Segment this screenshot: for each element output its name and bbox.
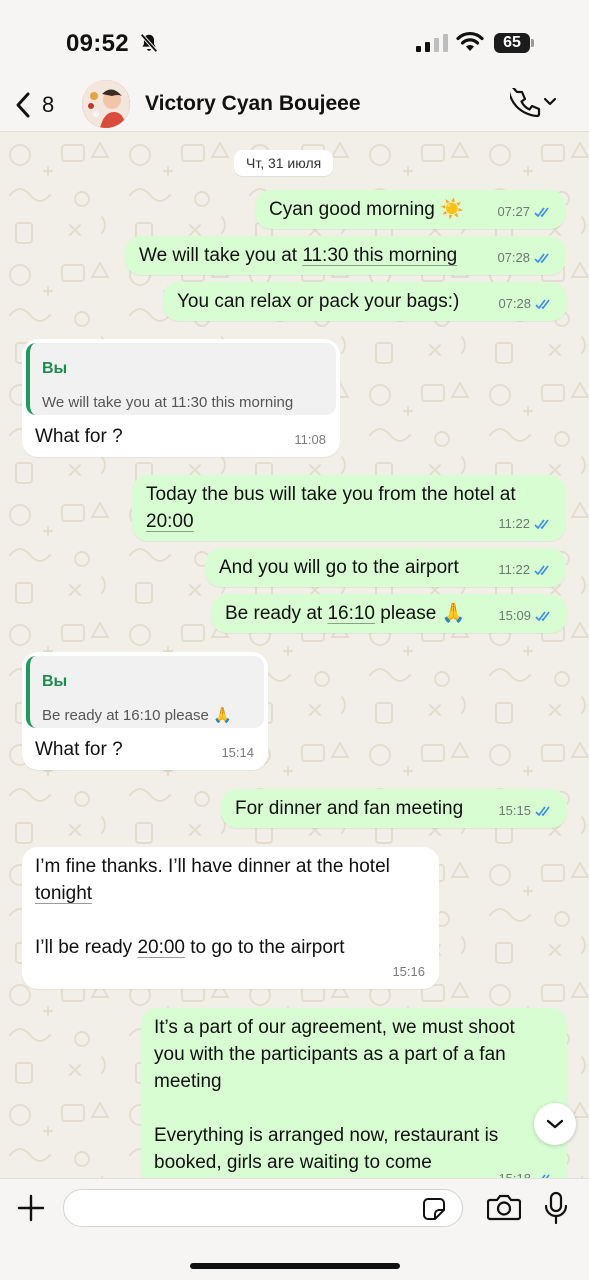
- message-text: What for ?: [35, 426, 123, 447]
- chat-header: 8 Victory Cyan Boujeee: [0, 80, 589, 132]
- quote-text: We will take you at 11:30 this morning: [42, 394, 294, 411]
- message-time: 11:22: [498, 562, 530, 577]
- quoted-message[interactable]: Вы We will take you at 11:30 this mornin…: [26, 343, 336, 415]
- quote-author: Вы: [42, 673, 68, 690]
- signal-icon: [416, 34, 448, 52]
- quote-author: Вы: [42, 360, 68, 377]
- scroll-to-bottom-button[interactable]: [534, 1103, 576, 1145]
- time-link[interactable]: 11:30 this morning: [302, 245, 457, 266]
- message-text: You can relax or pack your bags:): [177, 291, 460, 312]
- message-meta: 15:14: [221, 739, 254, 766]
- message-incoming[interactable]: Вы We will take you at 11:30 this mornin…: [22, 339, 340, 457]
- message-time: 15:14: [221, 745, 254, 760]
- message-time: 07:28: [497, 250, 530, 265]
- message-text: What for ?: [35, 739, 123, 760]
- time-link[interactable]: 20:00: [146, 511, 194, 532]
- message-meta: 15:09: [498, 602, 553, 629]
- message-time: 15:16: [392, 964, 425, 979]
- message-time: 11:08: [294, 432, 326, 447]
- double-check-icon: [535, 299, 550, 309]
- double-check-icon: [534, 253, 549, 263]
- text-link[interactable]: tonight: [35, 883, 92, 904]
- message-text-part: booked, girls are waiting to come: [154, 1152, 432, 1173]
- message-outgoing[interactable]: Today the bus will take you from the hot…: [132, 475, 566, 541]
- message-input[interactable]: [63, 1189, 463, 1227]
- bell-off-icon: [140, 33, 158, 53]
- message-meta: 11:22: [498, 510, 552, 537]
- message-outgoing[interactable]: For dinner and fan meeting 15:15: [221, 789, 567, 828]
- message-text: Today the bus will take you from the hot…: [146, 481, 552, 535]
- status-bar: 09:52 65: [0, 0, 589, 80]
- message-time: 15:18: [498, 1165, 531, 1178]
- chevron-down-icon: [543, 97, 557, 106]
- double-check-icon: [534, 207, 549, 217]
- message-meta: 11:08: [294, 426, 326, 453]
- message-outgoing[interactable]: It’s a part of our agreement, we must sh…: [141, 1008, 567, 1178]
- message-time: 15:09: [498, 608, 531, 623]
- message-text-part: Today the bus will take you from the hot…: [146, 484, 516, 505]
- message-text-part: I’ll be ready: [35, 937, 138, 958]
- battery-indicator: 65: [494, 33, 530, 53]
- message-text-part: please 🙏: [375, 603, 466, 624]
- wifi-icon: [456, 31, 484, 51]
- message-incoming[interactable]: I’m fine thanks. I’ll have dinner at the…: [22, 847, 439, 989]
- message-text: I’m fine thanks. I’ll have dinner at the…: [35, 853, 426, 961]
- message-text-part: Everything is arranged now, restaurant i…: [154, 1125, 499, 1146]
- camera-icon[interactable]: [487, 1193, 521, 1221]
- message-outgoing[interactable]: And you will go to the airport 11:22: [205, 548, 566, 587]
- message-meta: 07:28: [498, 290, 553, 317]
- plus-icon[interactable]: [16, 1193, 46, 1223]
- message-time: 07:27: [497, 204, 530, 219]
- sticker-icon[interactable]: [422, 1197, 446, 1221]
- message-text-part: We will take you at: [139, 245, 303, 266]
- call-button[interactable]: [506, 82, 560, 120]
- contact-avatar[interactable]: [82, 80, 130, 128]
- message-text-part: Be ready at: [225, 603, 328, 624]
- contact-name[interactable]: Victory Cyan Boujeee: [145, 92, 361, 116]
- message-meta: 07:28: [497, 244, 552, 271]
- message-outgoing[interactable]: We will take you at 11:30 this morning 0…: [125, 236, 566, 275]
- chevron-down-icon: [546, 1119, 564, 1129]
- double-check-icon: [535, 806, 550, 816]
- message-text-part: meeting: [154, 1071, 222, 1092]
- time-link[interactable]: 16:10: [327, 603, 375, 624]
- message-meta: 07:27: [497, 198, 552, 225]
- message-text-part: to go to the airport: [185, 937, 345, 958]
- message-outgoing[interactable]: You can relax or pack your bags:) 07:28: [163, 282, 567, 321]
- back-button[interactable]: 8: [14, 88, 54, 122]
- message-time: 11:22: [498, 516, 530, 531]
- message-time: 07:28: [498, 296, 531, 311]
- time-link[interactable]: 20:00: [137, 937, 185, 958]
- phone-icon: [506, 82, 541, 118]
- battery-tip: [531, 39, 534, 47]
- message-text-part: It’s a part of our agreement, we must sh…: [154, 1017, 515, 1038]
- message-meta: 11:22: [498, 556, 552, 583]
- status-time: 09:52: [66, 30, 129, 57]
- unread-count: 8: [42, 92, 55, 117]
- message-text-part: I’m fine thanks. I’ll have dinner at the…: [35, 856, 390, 877]
- message-outgoing[interactable]: Be ready at 16:10 please 🙏 15:09: [211, 594, 567, 633]
- message-meta: 15:16: [392, 958, 425, 985]
- microphone-icon[interactable]: [543, 1191, 569, 1225]
- home-indicator[interactable]: [190, 1263, 400, 1269]
- message-incoming[interactable]: Вы Be ready at 16:10 please 🙏 What for ?…: [22, 652, 268, 770]
- message-text-part: you with the participants as a part of a…: [154, 1044, 506, 1065]
- double-check-icon: [534, 565, 549, 575]
- composer-bar: [0, 1178, 589, 1280]
- double-check-icon: [535, 611, 550, 621]
- message-outgoing[interactable]: Cyan good morning ☀️ 07:27: [255, 190, 566, 229]
- quote-text: Be ready at 16:10 please 🙏: [42, 707, 232, 724]
- back-chevron-icon: [16, 92, 30, 118]
- message-text: It’s a part of our agreement, we must sh…: [154, 1014, 554, 1176]
- quoted-message[interactable]: Вы Be ready at 16:10 please 🙏: [26, 656, 264, 728]
- message-meta: 15:18: [498, 1165, 553, 1178]
- message-time: 15:15: [498, 803, 531, 818]
- message-text: We will take you at 11:30 this morning: [139, 242, 552, 269]
- chat-area[interactable]: Чт, 31 июля Cyan good morning ☀️ 07:27 W…: [0, 133, 589, 1178]
- double-check-icon: [534, 519, 549, 529]
- message-meta: 15:15: [498, 797, 553, 824]
- date-separator: Чт, 31 июля: [234, 150, 334, 176]
